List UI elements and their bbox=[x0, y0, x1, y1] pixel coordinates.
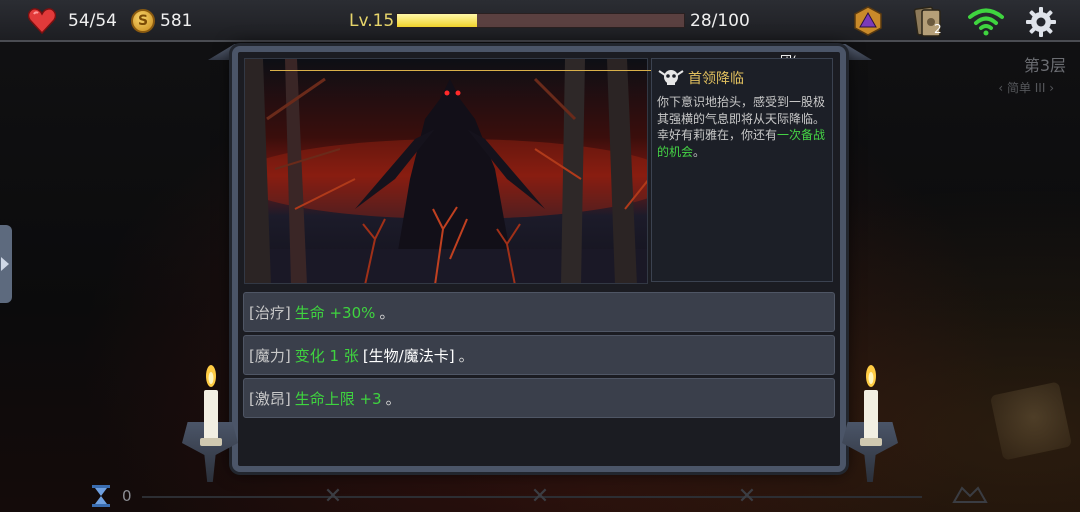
coin-icon: S bbox=[131, 9, 155, 33]
option-effect: 生命 +30% bbox=[294, 303, 376, 322]
event-options-list: [治疗] 生命 +30% 。 [魔力] 变化 1 张 [生物/魔法卡] 。 [激… bbox=[243, 292, 835, 421]
event-title: 首领降临 bbox=[688, 71, 744, 87]
bottom-timeline: 0 ✕ ✕ ✕ bbox=[86, 480, 986, 512]
candle-right-icon bbox=[860, 365, 882, 446]
boss-emblem-icon bbox=[952, 486, 988, 503]
deck-count-badge: 2 bbox=[934, 22, 942, 36]
level-label: Lv.15 bbox=[349, 11, 395, 31]
option-tag: [治疗] bbox=[249, 303, 291, 322]
option-excite[interactable]: [激昂] 生命上限 +3 。 bbox=[243, 378, 835, 418]
side-expand-tab[interactable] bbox=[0, 225, 12, 303]
event-info-panel: 首领降临 你下意识地抬头，感受到一股极其强横的气息即将从天际降临。 幸好有莉雅在… bbox=[651, 58, 833, 282]
option-end: 。 bbox=[379, 303, 395, 322]
event-description: 你下意识地抬头，感受到一股极其强横的气息即将从天际降临。 幸好有莉雅在，你还有一… bbox=[657, 94, 831, 160]
hourglass-icon bbox=[92, 485, 110, 507]
top-hud-bar: 54/54 S 581 Lv.15 28/100 2 bbox=[0, 0, 1080, 42]
locked-slot-icon: ✕ bbox=[737, 484, 757, 509]
option-tag: [魔力] bbox=[249, 346, 291, 365]
locked-slot-icon: ✕ bbox=[530, 484, 550, 509]
event-body-text-2: 幸好有莉雅在，你还有 bbox=[657, 128, 778, 142]
event-illustration bbox=[244, 58, 648, 284]
gear-icon[interactable] bbox=[1025, 6, 1057, 38]
candle-left-icon bbox=[200, 365, 222, 446]
xp-value: 28/100 bbox=[690, 11, 750, 31]
option-heal[interactable]: [治疗] 生命 +30% 。 bbox=[243, 292, 835, 332]
option-mana[interactable]: [魔力] 变化 1 张 [生物/魔法卡] 。 bbox=[243, 335, 835, 375]
xp-progress-bar bbox=[396, 13, 685, 28]
option-tag: [激昂] bbox=[249, 389, 291, 408]
turn-counter: 0 bbox=[122, 487, 132, 505]
heart-icon bbox=[28, 8, 56, 34]
option-end: 。 bbox=[385, 389, 401, 408]
locked-slot-icon: ✕ bbox=[323, 484, 343, 509]
option-extra: [生物/魔法卡] bbox=[362, 346, 455, 365]
boss-skull-icon bbox=[658, 70, 684, 85]
gold-value: 581 bbox=[160, 11, 193, 31]
option-effect: 变化 1 张 bbox=[294, 346, 359, 365]
hp-value: 54/54 bbox=[68, 11, 117, 31]
d20-icon[interactable] bbox=[852, 5, 884, 37]
floor-label: 第3层 bbox=[1023, 56, 1066, 75]
event-body-text: 你下意识地抬头，感受到一股极其强横的气息即将从天际降临。 bbox=[657, 95, 826, 126]
boss-forest-art bbox=[245, 59, 647, 283]
event-body-end: 。 bbox=[693, 144, 706, 159]
option-end: 。 bbox=[458, 346, 474, 365]
difficulty-label: ‹ 简单 III › bbox=[998, 81, 1054, 95]
option-effect: 生命上限 +3 bbox=[294, 389, 382, 408]
xp-progress-fill bbox=[397, 14, 478, 27]
wifi-icon bbox=[968, 8, 1004, 36]
